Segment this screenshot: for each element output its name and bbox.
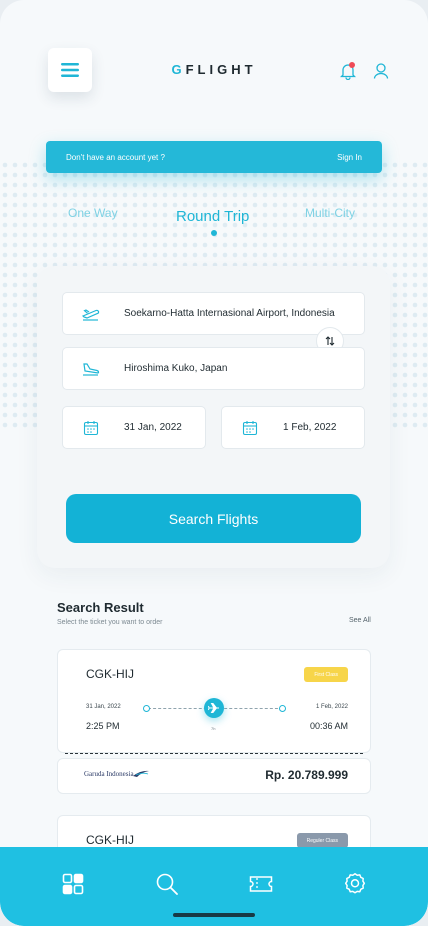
profile-button[interactable] (373, 62, 389, 80)
user-icon (373, 63, 389, 79)
arrive-time: 00:36 AM (309, 721, 348, 731)
depart-date-value: 31 Jan, 2022 (124, 422, 182, 433)
plane-icon (204, 698, 224, 718)
ticket-route: CGK-HIJ (86, 833, 134, 847)
bell-icon (339, 62, 357, 81)
settings-icon (344, 873, 366, 894)
depart-time: 2:25 PM (86, 721, 120, 731)
to-field[interactable]: Hiroshima Kuko, Japan (62, 347, 365, 390)
ticket-route: CGK-HIJ (86, 667, 134, 681)
plane-arrival-icon (81, 359, 101, 379)
banner-text: Don't have an account yet ? (66, 152, 165, 162)
airline-logo: Garuda Indonesia (84, 770, 150, 778)
sign-in-banner: Don't have an account yet ? Sign In (46, 141, 382, 173)
ticket-tear-line (65, 753, 363, 754)
app-logo: GFLIGHT (171, 62, 257, 77)
flight-duration: 7h (211, 726, 216, 731)
sign-in-link[interactable]: Sign In (337, 153, 362, 162)
ticket-icon (249, 876, 273, 892)
tab-round-trip[interactable]: Round Trip (176, 208, 249, 225)
swap-icon (325, 336, 335, 346)
to-value: Hiroshima Kuko, Japan (124, 363, 228, 374)
destination-dot (279, 705, 286, 712)
return-date-value: 1 Feb, 2022 (283, 422, 337, 433)
home-indicator[interactable] (173, 913, 255, 917)
grid-icon (62, 873, 84, 895)
active-tab-indicator (211, 230, 217, 236)
search-icon (156, 873, 178, 895)
nav-home[interactable] (61, 872, 85, 896)
nav-settings[interactable] (343, 872, 367, 896)
arrive-date: 1 Feb, 2022 (315, 704, 348, 710)
class-badge: First Class (304, 667, 348, 682)
results-title: Search Result (57, 600, 144, 615)
plane-departure-icon (81, 304, 101, 324)
ticket-price: Rp. 20.789.999 (265, 768, 348, 782)
garuda-bird-icon (133, 770, 150, 777)
nav-tickets[interactable] (249, 872, 273, 896)
from-value: Soekarno-Hatta Internasional Airport, In… (124, 308, 335, 319)
notification-button[interactable] (339, 62, 357, 81)
tab-one-way[interactable]: One Way (68, 206, 118, 220)
origin-dot (143, 705, 150, 712)
depart-date: 31 Jan, 2022 (86, 704, 121, 710)
see-all-link[interactable]: See All (349, 617, 371, 624)
return-date-field[interactable]: 1 Feb, 2022 (221, 406, 365, 449)
ticket-footer[interactable]: Garuda Indonesia Rp. 20.789.999 (57, 758, 371, 794)
app-screen: GFLIGHT Don't have an account yet ? Sign… (0, 0, 428, 926)
class-badge: Reguler Class (296, 833, 348, 848)
calendar-icon (81, 418, 101, 438)
tab-multi-city[interactable]: Multi-City (305, 206, 355, 220)
from-field[interactable]: Soekarno-Hatta Internasional Airport, In… (62, 292, 365, 335)
nav-search[interactable] (155, 872, 179, 896)
depart-date-field[interactable]: 31 Jan, 2022 (62, 406, 206, 449)
results-subtitle: Select the ticket you want to order (57, 619, 163, 626)
calendar-icon (240, 418, 260, 438)
ticket-card[interactable]: CGK-HIJ First Class 31 Jan, 2022 1 Feb, … (57, 649, 371, 753)
search-flights-button[interactable]: Search Flights (66, 494, 361, 543)
